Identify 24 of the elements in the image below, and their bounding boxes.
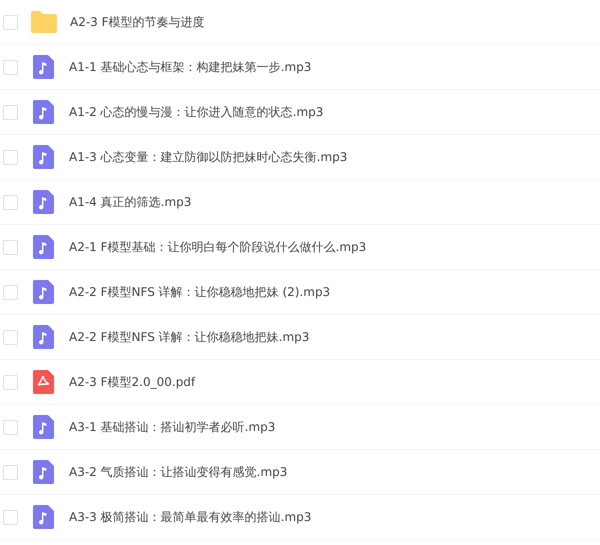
- file-name[interactable]: A1-2 心态的慢与漫：让你进入随意的状态.mp3: [69, 104, 324, 120]
- checkbox[interactable]: [3, 330, 18, 344]
- file-name[interactable]: A2-3 F模型的节奏与进度: [70, 14, 205, 30]
- file-name[interactable]: A1-1 基础心态与框架：构建把妹第一步.mp3: [69, 58, 312, 76]
- checkbox[interactable]: [3, 150, 18, 164]
- file-name[interactable]: A3-2 气质搭讪：让搭讪变得有感觉.mp3: [69, 464, 288, 480]
- file-name[interactable]: A2-2 F模型NFS 详解：让你稳稳地把妹.mp3: [69, 328, 310, 346]
- file-name[interactable]: A2-1 F模型基础：让你明白每个阶段说什么做什么.mp3: [69, 238, 366, 256]
- file-name[interactable]: A2-3 F模型2.0_00.pdf: [69, 374, 196, 390]
- checkbox[interactable]: [3, 104, 18, 120]
- checkbox[interactable]: [3, 464, 18, 480]
- checkbox[interactable]: [3, 60, 18, 74]
- file-name[interactable]: A3-1 基础搭讪：搭讪初学者必听.mp3: [69, 418, 276, 436]
- checkbox[interactable]: [3, 194, 18, 210]
- checkbox[interactable]: [3, 14, 18, 30]
- file-name[interactable]: A3-3 极简搭讪：最简单最有效率的搭讪.mp3: [69, 508, 312, 526]
- checkbox[interactable]: [3, 284, 18, 300]
- checkbox[interactable]: [3, 240, 18, 254]
- checkbox[interactable]: [3, 374, 18, 390]
- file-name[interactable]: A2-2 F模型NFS 详解：让你稳稳地把妹 (2).mp3: [69, 284, 330, 300]
- checkbox[interactable]: [3, 420, 18, 434]
- file-name[interactable]: A1-4 真正的筛选.mp3: [69, 194, 192, 210]
- checkbox[interactable]: [3, 510, 18, 524]
- file-name[interactable]: A1-3 心态变量：建立防御以防把妹时心态失衡.mp3: [69, 148, 348, 166]
